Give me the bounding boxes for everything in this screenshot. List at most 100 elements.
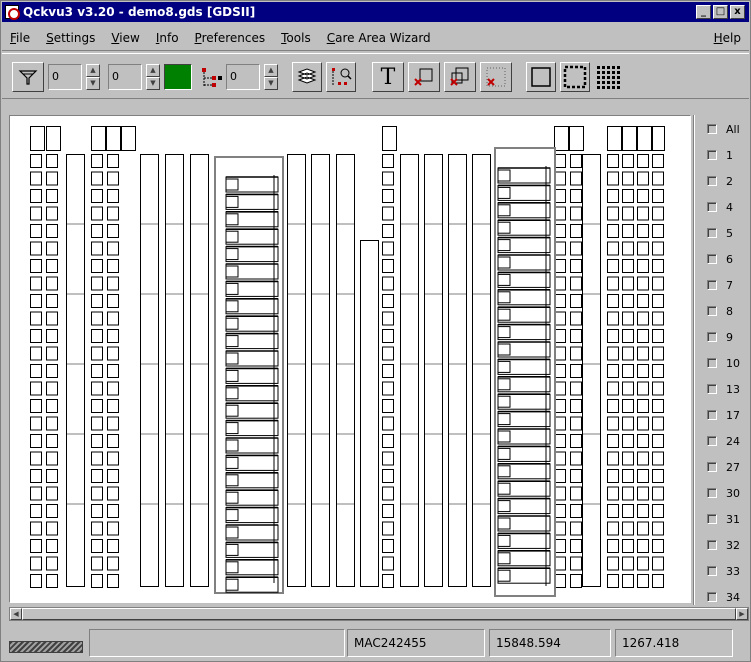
filter-depth-field[interactable]: 0 xyxy=(108,64,142,90)
layer-13-toggle[interactable]: 13 xyxy=(707,380,740,398)
stepper-up-icon[interactable]: ▲ xyxy=(146,64,160,77)
layer-checkbox[interactable] xyxy=(707,176,717,186)
layer-5-toggle[interactable]: 5 xyxy=(707,224,733,242)
layer-checkbox[interactable] xyxy=(707,488,717,498)
layout-cell xyxy=(46,154,58,168)
menu-care-area-wizard[interactable]: Care Area Wizard xyxy=(319,25,439,51)
layout-cell xyxy=(554,416,566,431)
layer-4-toggle[interactable]: 4 xyxy=(707,198,733,216)
layer-checkbox[interactable] xyxy=(707,566,717,576)
layer-checkbox[interactable] xyxy=(707,254,717,264)
layout-cell xyxy=(637,434,649,448)
macro-cell xyxy=(225,300,239,313)
remove-marker-button[interactable] xyxy=(444,62,476,92)
filter-level-field[interactable]: 0 xyxy=(48,64,82,90)
layout-cell xyxy=(607,259,619,273)
title-bar[interactable]: Qckvu3 v3.20 - demo8.gds [GDSII] _ □ x xyxy=(2,2,749,22)
layer-34-toggle[interactable]: 34 xyxy=(707,588,740,605)
layer-24-toggle[interactable]: 24 xyxy=(707,432,740,450)
stepper-down-icon[interactable]: ▼ xyxy=(264,77,278,90)
layer-32-toggle[interactable]: 32 xyxy=(707,536,740,554)
layer-10-toggle[interactable]: 10 xyxy=(707,354,740,372)
layout-cell xyxy=(107,416,119,431)
layer-1-toggle[interactable]: 1 xyxy=(707,146,733,164)
filter-button[interactable] xyxy=(12,62,44,92)
layout-cell xyxy=(607,469,619,483)
layer-6-toggle[interactable]: 6 xyxy=(707,250,733,268)
outline-mode-button[interactable] xyxy=(526,62,556,92)
hierarchy-level-field[interactable]: 0 xyxy=(226,64,260,90)
layout-cell xyxy=(652,539,664,553)
layout-cell xyxy=(637,469,649,483)
layer-checkbox[interactable] xyxy=(707,436,717,446)
layer-7-toggle[interactable]: 7 xyxy=(707,276,733,294)
layer-checkbox[interactable] xyxy=(707,514,717,524)
layer-checkbox[interactable] xyxy=(707,150,717,160)
macro-cell xyxy=(497,447,511,460)
layer-checkbox[interactable] xyxy=(707,540,717,550)
layer-checkbox[interactable] xyxy=(707,462,717,472)
fill-color-swatch[interactable] xyxy=(164,64,192,90)
layer-9-toggle[interactable]: 9 xyxy=(707,328,733,346)
layout-cell xyxy=(107,486,119,501)
dotted-mode-button[interactable] xyxy=(560,62,590,92)
layer-checkbox[interactable] xyxy=(707,280,717,290)
stepper-down-icon[interactable]: ▼ xyxy=(86,77,100,90)
scroll-left-icon[interactable]: ◀ xyxy=(10,608,22,620)
add-marker-button[interactable] xyxy=(408,62,440,92)
hierarchy-search-button[interactable] xyxy=(326,62,356,92)
layer-17-toggle[interactable]: 17 xyxy=(707,406,740,424)
menu-file[interactable]: File xyxy=(2,25,38,51)
layout-cell xyxy=(46,504,58,518)
stepper-up-icon[interactable]: ▲ xyxy=(86,64,100,77)
layout-drawing[interactable] xyxy=(10,116,690,602)
layer-checkbox[interactable] xyxy=(707,202,717,212)
text-tool-button[interactable]: T xyxy=(372,62,404,92)
layer-30-toggle[interactable]: 30 xyxy=(707,484,740,502)
layer-checkbox[interactable] xyxy=(707,592,717,602)
layer-8-toggle[interactable]: 8 xyxy=(707,302,733,320)
layer-checkbox[interactable] xyxy=(707,228,717,238)
layer-all-toggle[interactable]: All xyxy=(707,120,740,138)
fill-mode-button[interactable] xyxy=(594,64,622,90)
layout-cell xyxy=(46,381,58,396)
marker-remove-icon xyxy=(450,67,469,86)
scroll-right-icon[interactable]: ▶ xyxy=(736,608,748,620)
close-button[interactable]: x xyxy=(730,5,745,19)
layout-canvas[interactable] xyxy=(9,115,691,603)
filter-depth-stepper[interactable]: ▲ ▼ xyxy=(146,64,160,90)
menu-help[interactable]: Help xyxy=(706,25,749,51)
layer-33-toggle[interactable]: 33 xyxy=(707,562,740,580)
layer-checkbox[interactable] xyxy=(707,410,717,420)
stepper-down-icon[interactable]: ▼ xyxy=(146,77,160,90)
maximize-button[interactable]: □ xyxy=(713,5,728,19)
menu-view[interactable]: View xyxy=(103,25,147,51)
layer-checkbox[interactable] xyxy=(707,384,717,394)
horizontal-scrollbar[interactable]: ◀ ▶ xyxy=(9,607,749,621)
layer-checkbox[interactable] xyxy=(707,332,717,342)
layer-31-toggle[interactable]: 31 xyxy=(707,510,740,528)
layer-checkbox[interactable] xyxy=(707,306,717,316)
layout-cell xyxy=(107,154,119,168)
menu-settings[interactable]: Settings xyxy=(38,25,103,51)
stepper-up-icon[interactable]: ▲ xyxy=(264,64,278,77)
layout-cell xyxy=(46,346,58,361)
clear-markers-button[interactable] xyxy=(480,62,512,92)
filter-level-stepper[interactable]: ▲ ▼ xyxy=(86,64,100,90)
menu-info[interactable]: Info xyxy=(148,25,187,51)
hierarchy-level-stepper[interactable]: ▲ ▼ xyxy=(264,64,278,90)
scroll-thumb[interactable] xyxy=(22,608,736,620)
layer-2-toggle[interactable]: 2 xyxy=(707,172,733,190)
layer-label: 7 xyxy=(726,278,733,292)
menu-tools[interactable]: Tools xyxy=(273,25,319,51)
minimize-button[interactable]: _ xyxy=(696,5,711,19)
layout-cell xyxy=(107,521,119,536)
layers-button[interactable] xyxy=(292,62,322,92)
layer-27-toggle[interactable]: 27 xyxy=(707,458,740,476)
layout-cell xyxy=(107,276,119,291)
menu-preferences[interactable]: Preferences xyxy=(187,25,274,51)
layer-checkbox[interactable] xyxy=(707,124,717,134)
layer-checkbox[interactable] xyxy=(707,358,717,368)
layout-cell xyxy=(607,276,619,291)
macro-cell xyxy=(225,213,239,226)
